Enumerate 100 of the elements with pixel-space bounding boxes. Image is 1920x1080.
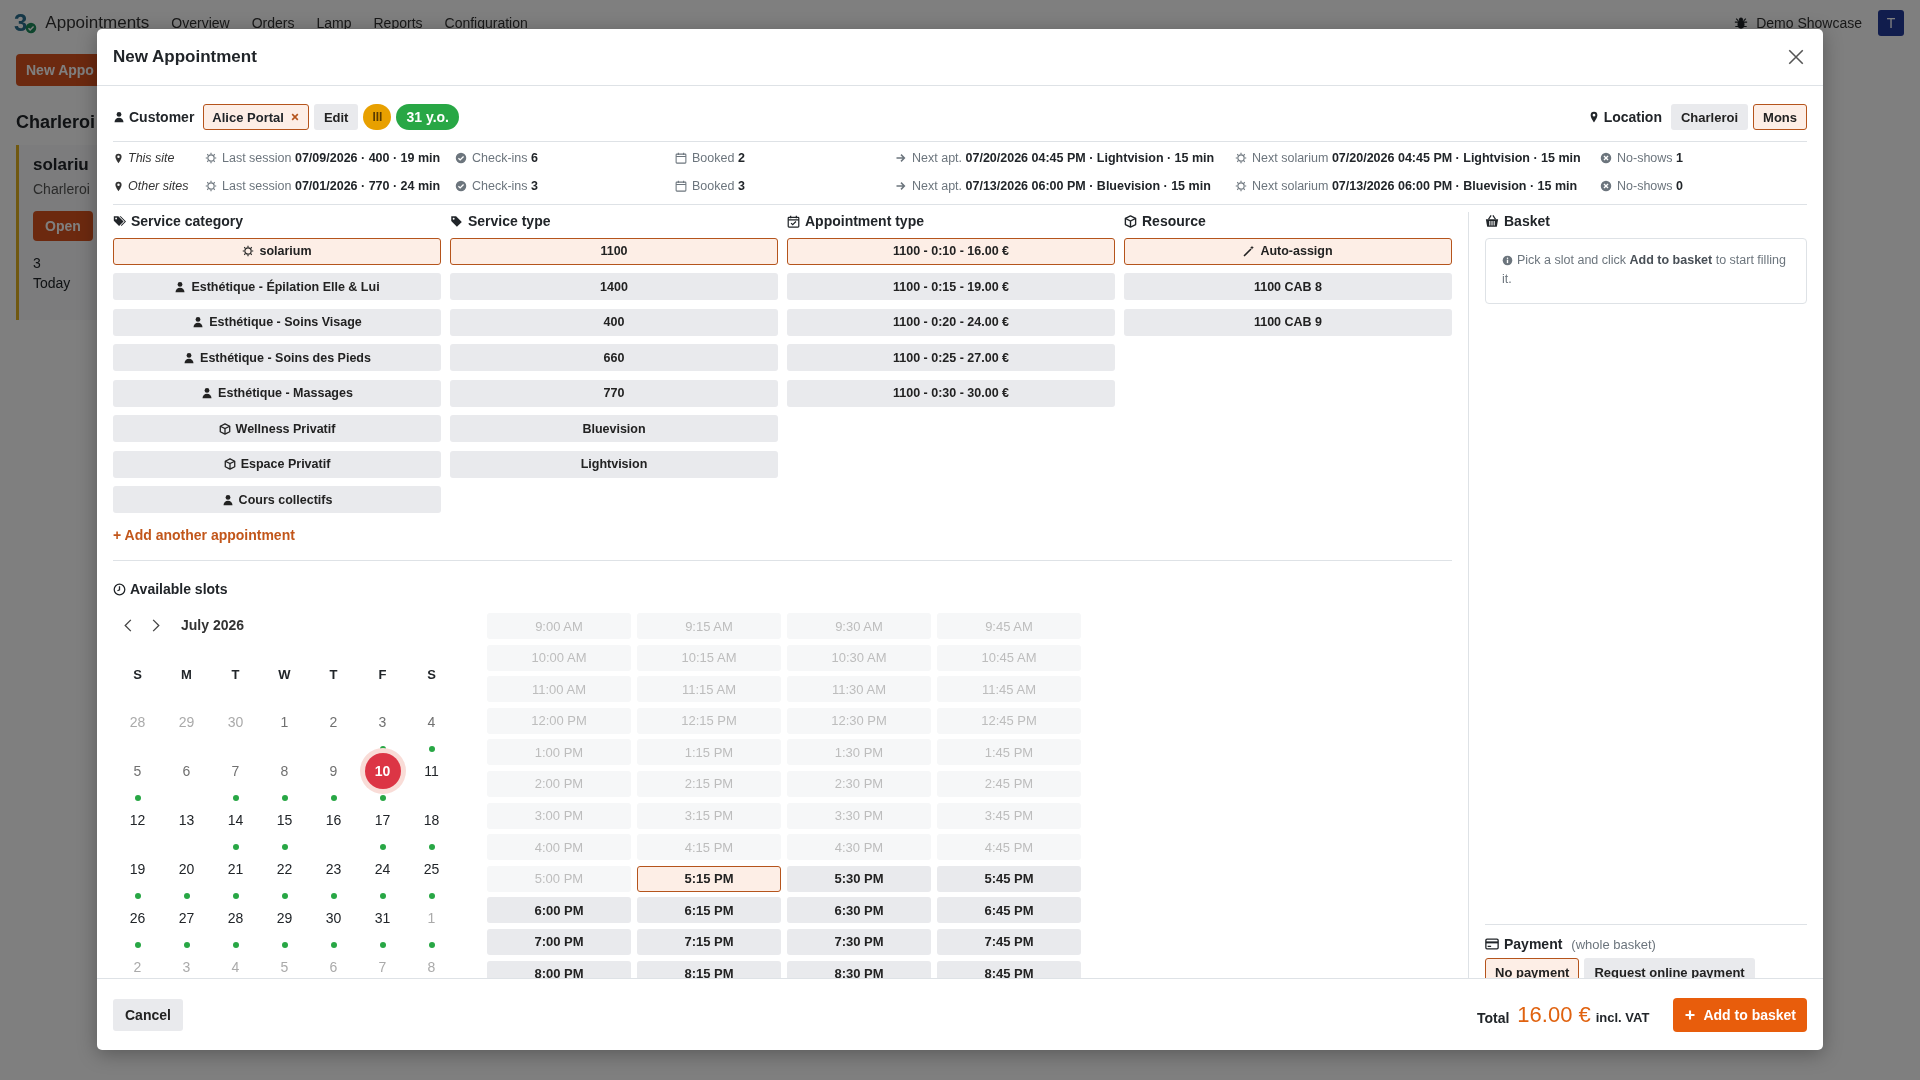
open-button[interactable]: Open <box>33 211 93 241</box>
option-button[interactable]: 1100 - 0:30 - 30.00 € <box>787 379 1115 407</box>
calendar-day[interactable]: 29 <box>272 906 297 930</box>
count-label: Today <box>33 275 71 291</box>
logo[interactable]: 3 <box>14 8 28 37</box>
calendar-day[interactable]: 15 <box>272 808 297 832</box>
option-button[interactable]: 400 <box>450 308 778 336</box>
column-heading: Resource <box>1142 213 1206 229</box>
nav-item[interactable]: Lamp <box>316 14 352 31</box>
calendar-day[interactable]: 6 <box>174 759 199 783</box>
time-slot[interactable]: 8:45 PM <box>937 960 1081 978</box>
sun-icon <box>1235 180 1247 192</box>
option-button[interactable]: Espace Privatif <box>113 450 441 478</box>
calendar-day[interactable]: 27 <box>174 906 199 930</box>
stat-text: Next solarium 07/20/2026 04:45 PM · Lightvision · 15 min <box>1252 151 1581 165</box>
add-appointment-link[interactable]: + Add another appointment <box>113 527 295 543</box>
time-slot[interactable]: 7:00 PM <box>487 928 631 955</box>
time-slot[interactable]: 6:45 PM <box>937 897 1081 924</box>
nav-item[interactable]: Reports <box>373 14 423 31</box>
time-slot[interactable]: 7:15 PM <box>637 928 781 955</box>
option-button[interactable]: Wellness Privatif <box>113 415 441 442</box>
time-slot[interactable]: 6:15 PM <box>637 897 781 924</box>
calendar-day[interactable]: 4 <box>419 710 444 734</box>
calendar-day[interactable]: 20 <box>174 857 199 881</box>
calendar-day[interactable]: 14 <box>223 808 248 832</box>
time-slot[interactable]: 6:00 PM <box>487 897 631 924</box>
company-name[interactable]: Demo Showcase <box>1756 14 1862 31</box>
option-button[interactable]: Bluevision <box>450 415 778 442</box>
site-label: Other sites <box>128 179 189 193</box>
time-slot[interactable]: 8:30 PM <box>787 960 931 978</box>
option-button[interactable]: Lightvision <box>450 450 778 478</box>
calendar-day[interactable]: 31 <box>370 906 395 930</box>
option-button[interactable]: 1100 CAB 8 <box>1124 273 1452 300</box>
nav-item[interactable]: Configuration <box>444 14 528 31</box>
option-button[interactable]: Esthétique - Soins des Pieds <box>113 344 441 371</box>
calendar-day[interactable]: 2 <box>321 710 346 734</box>
time-slot[interactable]: 6:30 PM <box>787 897 931 924</box>
calendar-day[interactable]: 11 <box>419 759 444 783</box>
option-button[interactable]: 1100 - 0:15 - 19.00 € <box>787 273 1115 300</box>
calendar-day[interactable]: 5 <box>125 759 150 783</box>
time-slot[interactable]: 5:15 PM <box>637 865 781 892</box>
calendar-day[interactable]: 30 <box>321 906 346 930</box>
sun-icon <box>1235 152 1247 164</box>
cancel-button[interactable]: Cancel <box>113 998 183 1031</box>
time-slot[interactable]: 7:30 PM <box>787 928 931 955</box>
calendar-day[interactable]: 3 <box>370 710 395 734</box>
calendar-day[interactable]: 23 <box>321 857 346 881</box>
calendar-day[interactable]: 9 <box>321 759 346 783</box>
option-button[interactable]: 1100 CAB 9 <box>1124 308 1452 336</box>
option-button[interactable]: 1100 - 0:10 - 16.00 € <box>787 237 1115 265</box>
add-to-basket-button[interactable]: Add to basket <box>1673 997 1807 1032</box>
option-button[interactable]: Auto-assign <box>1124 237 1452 265</box>
option-button[interactable]: 770 <box>450 379 778 407</box>
customer-chip[interactable]: Alice Portal <box>203 104 309 130</box>
calendar-day[interactable]: 24 <box>370 857 395 881</box>
option-button[interactable]: 660 <box>450 344 778 371</box>
total-label: Total <box>1476 1009 1510 1026</box>
stat-text: Next solarium 07/13/2026 06:00 PM · Bluevision · 15 min <box>1252 179 1578 193</box>
x-circle-icon <box>1600 152 1612 164</box>
option-button[interactable]: solarium <box>113 237 441 265</box>
nav-item[interactable]: Overview <box>171 14 230 31</box>
calendar-day[interactable]: 19 <box>125 857 150 881</box>
time-slot[interactable]: 8:00 PM <box>487 960 631 978</box>
calendar-day[interactable]: 18 <box>419 808 444 832</box>
time-slot[interactable]: 8:15 PM <box>637 960 781 978</box>
person-icon <box>221 493 234 506</box>
calendar-day[interactable]: 21 <box>223 857 248 881</box>
calendar-day[interactable]: 7 <box>223 759 248 783</box>
location-option[interactable]: Mons <box>1753 104 1807 130</box>
option-button[interactable]: 1100 <box>450 237 778 265</box>
stat-text: Next apt. 07/13/2026 06:00 PM · Bluevision · 15 min <box>912 179 1211 193</box>
month-label: July 2026 <box>181 617 245 633</box>
calendar-day[interactable]: 12 <box>125 808 150 832</box>
calendar-day[interactable]: 22 <box>272 857 297 881</box>
calendar-day[interactable]: 8 <box>272 759 297 783</box>
payment-note: (whole basket) <box>1571 936 1656 952</box>
calendar-day[interactable]: 16 <box>321 808 346 832</box>
app-name[interactable]: Appointments <box>45 12 150 33</box>
option-button[interactable]: Esthétique - Soins Visage <box>113 308 441 336</box>
nav-item[interactable]: Orders <box>251 14 295 31</box>
option-button[interactable]: Esthétique - Épilation Elle & Lui <box>113 273 441 300</box>
user-avatar[interactable]: T <box>1878 9 1904 36</box>
calendar-day[interactable]: 25 <box>419 857 444 881</box>
time-slot[interactable]: 5:30 PM <box>787 865 931 892</box>
remove-icon[interactable] <box>289 112 300 122</box>
option-button[interactable]: Esthétique - Massages <box>113 379 441 407</box>
calendar-day[interactable]: 1 <box>272 710 297 734</box>
option-button[interactable]: Cours collectifs <box>113 486 441 513</box>
option-button[interactable]: 1400 <box>450 273 778 300</box>
calendar-day[interactable]: 28 <box>223 906 248 930</box>
time-slot[interactable]: 5:45 PM <box>937 865 1081 892</box>
page-heading: Charleroi <box>16 112 96 133</box>
location-option[interactable]: Charleroi <box>1670 104 1749 130</box>
time-slot[interactable]: 7:45 PM <box>937 928 1081 955</box>
option-button[interactable]: 1100 - 0:25 - 27.00 € <box>787 344 1115 371</box>
calendar-day[interactable]: 17 <box>370 808 395 832</box>
calendar-day[interactable]: 26 <box>125 906 150 930</box>
calendar-day[interactable]: 13 <box>174 808 199 832</box>
edit-button[interactable]: Edit <box>313 104 359 130</box>
option-button[interactable]: 1100 - 0:20 - 24.00 € <box>787 308 1115 336</box>
